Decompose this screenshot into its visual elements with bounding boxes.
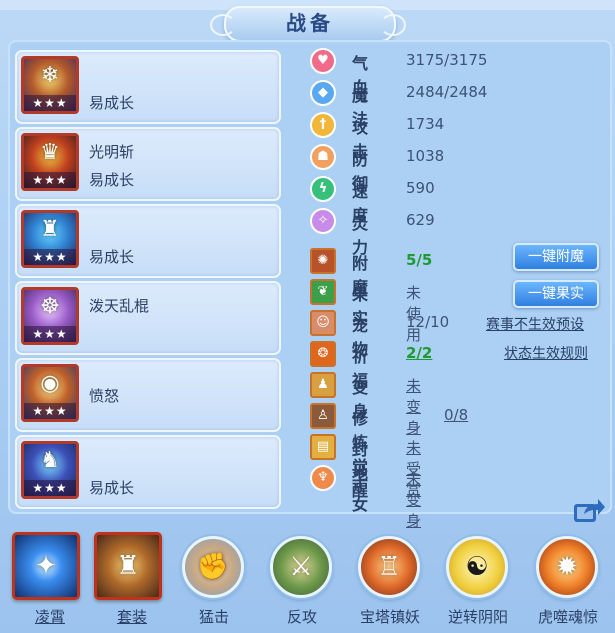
star-rating: ★★★	[24, 403, 76, 419]
skill-label: 逆转阴阳	[447, 608, 508, 626]
fief-icon: ▤	[310, 434, 336, 460]
star-rating: ★★★	[24, 480, 76, 496]
extra-value: 2/2	[406, 344, 433, 362]
equipment-effect: 易成长	[89, 248, 135, 266]
spirit-icon: ✧	[310, 208, 336, 234]
equipment-effect: 易成长	[89, 479, 135, 497]
skill-label: 凌霄	[34, 608, 65, 626]
tiger-icon: ✹	[536, 536, 598, 598]
equipment-card-3[interactable]: ♜ ★★★ 易成长	[15, 204, 281, 278]
defense-icon: ☗	[310, 144, 336, 170]
skill-lingxiao[interactable]: ✦ 凌霄	[12, 532, 96, 632]
skill-yinyang[interactable]: ☯ 逆转阴阳	[440, 532, 524, 632]
extra-value[interactable]: 未变身	[406, 375, 421, 438]
stat-value: 1038	[406, 147, 445, 165]
pagoda-icon: ♖	[358, 536, 420, 598]
fist-icon: ✊	[182, 536, 244, 598]
counter-icon: ⚔	[270, 536, 332, 598]
star-rating: ★★★	[24, 249, 76, 265]
skill-fist[interactable]: ✊ 猛击	[176, 532, 260, 632]
equipment-card-5[interactable]: ◉ ★★★ 愤怒	[15, 358, 281, 432]
equipment-name: 泼天乱棍	[89, 297, 150, 315]
extra-value[interactable]: 未变身	[406, 468, 421, 531]
title-banner: 战备	[210, 6, 406, 42]
share-icon[interactable]	[572, 496, 606, 524]
equipment-card-4[interactable]: ☸ ★★★ 泼天乱棍	[15, 281, 281, 355]
page-title: 战备	[286, 11, 334, 35]
equipment-name: 光明斩	[89, 143, 135, 161]
golden-armor-icon: ♛ ★★★	[21, 133, 79, 191]
star-rating: ★★★	[24, 172, 76, 188]
pet-icon: ☺	[310, 310, 336, 336]
heart-icon: ♥	[310, 48, 336, 74]
equipment-effect: 易成长	[89, 171, 135, 189]
sword-icon: †	[310, 112, 336, 138]
skill-label: 反攻	[286, 608, 317, 626]
equipment-effect: 愤怒	[89, 387, 120, 405]
extra-label: 子女	[352, 471, 369, 514]
lingxiao-icon: ✦	[12, 532, 80, 600]
equipment-card-6[interactable]: ♞ ★★★ 易成长	[15, 435, 281, 509]
extra-value: 5/5	[406, 251, 433, 269]
skill-label: 虎噬魂惊	[537, 608, 598, 626]
fruit-all-button[interactable]: 一键果实	[513, 280, 599, 308]
blessing-icon: ❂	[310, 341, 336, 367]
skill-label: 猛击	[198, 608, 229, 626]
children-icon: ♆	[310, 465, 336, 491]
suit-icon: ♜	[94, 532, 162, 600]
belt-icon: ◉ ★★★	[21, 364, 79, 422]
transform-icon: ♟	[310, 372, 336, 398]
equipment-effect: 易成长	[89, 94, 135, 112]
stat-value: 3175/3175	[406, 51, 488, 69]
skill-label: 宝塔镇妖	[359, 608, 420, 626]
extra-value: 12/10	[406, 313, 450, 331]
skill-counter[interactable]: ⚔ 反攻	[264, 532, 348, 632]
speed-icon: ϟ	[310, 176, 336, 202]
stat-value: 590	[406, 179, 435, 197]
stat-value: 629	[406, 211, 435, 229]
star-rating: ★★★	[24, 95, 76, 111]
star-rating: ★★★	[24, 326, 76, 342]
stat-value: 1734	[406, 115, 445, 133]
blue-helmet-icon: ♜ ★★★	[21, 210, 79, 268]
equipment-card-1[interactable]: ❄ ★★★ 易成长	[15, 50, 281, 124]
boots-icon: ♞ ★★★	[21, 441, 79, 499]
skill-label: 套装	[116, 608, 147, 626]
enchant-all-button[interactable]: 一键附魔	[513, 243, 599, 271]
fruit-icon: ❦	[310, 279, 336, 305]
necklace-icon: ☸ ★★★	[21, 287, 79, 345]
preset-note-link[interactable]: 赛事不生效预设	[486, 314, 584, 334]
cultivation-icon: ♙	[310, 403, 336, 429]
skill-suit[interactable]: ♜ 套装	[94, 532, 178, 632]
extra-value[interactable]: 0/8	[444, 406, 468, 424]
stat-value: 2484/2484	[406, 83, 488, 101]
skill-pagoda[interactable]: ♖ 宝塔镇妖	[352, 532, 436, 632]
shield-icon: ◆	[310, 80, 336, 106]
yinyang-icon: ☯	[446, 536, 508, 598]
popsicle-weapon-icon: ❄ ★★★	[21, 56, 79, 114]
skill-tiger[interactable]: ✹ 虎噬魂惊	[530, 532, 614, 632]
enchant-icon: ✺	[310, 248, 336, 274]
equipment-card-2[interactable]: ♛ ★★★ 光明斩 易成长	[15, 127, 281, 201]
status-rules-link[interactable]: 状态生效规则	[504, 343, 588, 363]
